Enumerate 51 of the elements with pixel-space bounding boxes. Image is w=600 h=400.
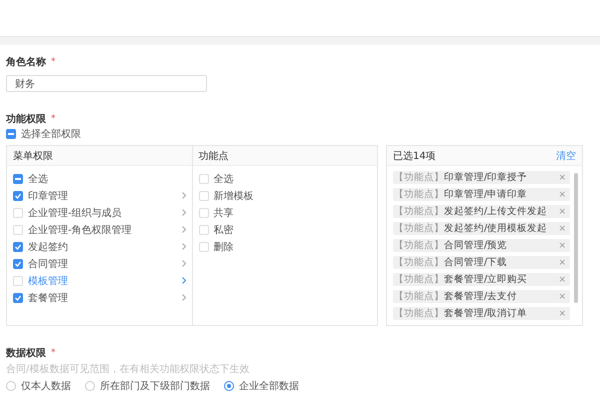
tag-prefix: 【功能点】 [394,307,444,320]
feature-item[interactable]: 共享 [214,206,234,220]
column-title: 菜单权限 [13,150,53,162]
tag-prefix: 【功能点】 [394,171,444,184]
checkbox[interactable] [13,174,23,184]
tag-text: 发起签约/使用模板发起 [444,222,548,235]
tag-prefix: 【功能点】 [394,239,444,252]
field-label: 角色名称 [6,56,46,69]
menu-item[interactable]: 全选 [28,172,48,186]
menu-item[interactable]: 企业管理-角色权限管理 [28,222,132,236]
feature-item[interactable]: 删除 [214,240,234,254]
menu-item[interactable]: 套餐管理 [28,290,68,304]
checkbox[interactable] [6,129,16,139]
radio-button[interactable] [85,381,95,391]
tag-text: 套餐管理/去支付 [444,290,518,303]
checkbox-label: 选择全部权限 [21,128,81,141]
tag-prefix: 【功能点】 [394,273,444,286]
feature-item[interactable]: 私密 [214,222,234,236]
field-label: 功能权限 [6,112,46,126]
feature-item[interactable]: 新增模板 [214,188,254,202]
menu-item[interactable]: 印章管理 [28,188,68,202]
tag-prefix: 【功能点】 [394,256,444,269]
tag-text: 印章管理/申请印章 [444,188,528,201]
radio-label: 所在部门及下级部门数据 [100,380,210,393]
menu-item[interactable]: 合同管理 [28,256,68,270]
tag-text: 套餐管理/立即购买 [444,273,528,286]
radio-label: 企业全部数据 [239,380,299,393]
tag-text: 合同管理/下载 [444,256,508,269]
field-label: 数据权限 [6,346,46,360]
required-mark: * [51,57,56,67]
tag-text: 发起签约/上传文件发起 [444,205,548,218]
tag-text: 印章管理/印章授予 [444,171,528,184]
tag-text: 套餐管理/取消订单 [444,307,528,320]
tag-prefix: 【功能点】 [394,222,444,235]
required-mark: * [51,348,56,358]
hint-text: 合同/模板数据可见范围，在有相关功能权限状态下生效 [6,362,250,376]
tag-text: 合同管理/预览 [444,239,508,252]
radio-label: 仅本人数据 [21,380,71,393]
tag-prefix: 【功能点】 [394,205,444,218]
menu-item[interactable]: 发起签约 [28,240,68,254]
radio-button[interactable] [224,381,234,391]
scrollbar[interactable] [574,173,578,303]
panel-title: 已选14项 [393,150,436,162]
input-field[interactable]: 财务 [6,75,207,92]
column-title: 功能点 [198,150,228,162]
radio-button[interactable] [6,381,16,391]
tag-prefix: 【功能点】 [394,188,444,201]
menu-item[interactable]: 企业管理-组织与成员 [28,206,122,220]
required-mark: * [51,114,56,124]
tag-prefix: 【功能点】 [394,290,444,303]
feature-item[interactable]: 全选 [214,172,234,186]
